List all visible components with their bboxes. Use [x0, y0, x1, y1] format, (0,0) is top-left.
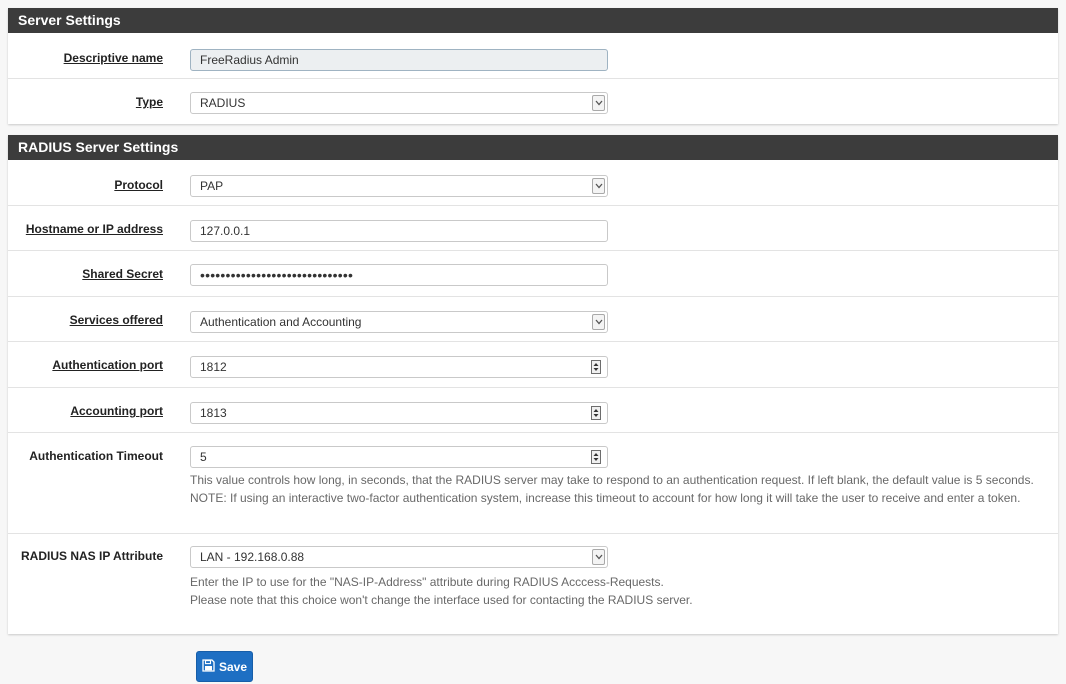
save-button[interactable]: Save [196, 651, 253, 682]
auth-port-input[interactable]: 1812 [190, 356, 608, 378]
auth-timeout-value: 5 [200, 450, 207, 464]
services-row: Services offered Authentication and Acco… [8, 297, 1058, 342]
protocol-row: Protocol PAP [8, 160, 1058, 206]
shared-secret-label: Shared Secret [82, 267, 163, 281]
spinner-icon[interactable] [591, 450, 601, 464]
auth-timeout-label: Authentication Timeout [29, 449, 163, 463]
auth-timeout-input[interactable]: 5 [190, 446, 608, 468]
descriptive-name-value: FreeRadius Admin [200, 53, 299, 67]
radius-settings-title: RADIUS Server Settings [8, 135, 1058, 160]
acct-port-input[interactable]: 1813 [190, 402, 608, 424]
shared-secret-row: Shared Secret ••••••••••••••••••••••••••… [8, 251, 1058, 297]
services-label: Services offered [69, 313, 163, 327]
radius-settings-panel: RADIUS Server Settings Protocol PAP Host… [8, 135, 1058, 634]
chevron-down-icon [592, 314, 605, 330]
hostname-row: Hostname or IP address 127.0.0.1 [8, 206, 1058, 251]
hostname-input[interactable]: 127.0.0.1 [190, 220, 608, 242]
nas-ip-label: RADIUS NAS IP Attribute [20, 549, 163, 563]
type-label: Type [135, 95, 163, 109]
nas-ip-select[interactable]: LAN - 192.168.0.88 [190, 546, 608, 568]
spinner-icon[interactable] [591, 406, 601, 420]
chevron-down-icon [592, 95, 605, 111]
chevron-down-icon [592, 178, 605, 194]
nas-ip-row: RADIUS NAS IP Attribute LAN - 192.168.0.… [8, 534, 1058, 615]
hostname-label: Hostname or IP address [25, 222, 163, 236]
auth-port-value: 1812 [200, 360, 227, 374]
nas-ip-help-line2: Please note that this choice won't chang… [190, 593, 693, 607]
shared-secret-value: •••••••••••••••••••••••••••••• [200, 267, 354, 283]
type-value: RADIUS [200, 96, 246, 110]
page: Server Settings Descriptive name FreeRad… [0, 0, 1066, 684]
nas-ip-value: LAN - 192.168.0.88 [200, 550, 305, 564]
save-label: Save [218, 659, 248, 674]
acct-port-label: Accounting port [70, 404, 163, 418]
services-select[interactable]: Authentication and Accounting [190, 311, 608, 333]
type-row: Type RADIUS [8, 79, 1058, 124]
nas-ip-help: Enter the IP to use for the "NAS-IP-Addr… [190, 573, 1040, 609]
save-icon [202, 658, 215, 675]
acct-port-row: Accounting port 1813 [8, 388, 1058, 433]
hostname-value: 127.0.0.1 [200, 224, 251, 238]
server-settings-title: Server Settings [8, 8, 1058, 33]
auth-timeout-row: Authentication Timeout 5 This value cont… [8, 433, 1058, 534]
auth-port-row: Authentication port 1812 [8, 342, 1058, 388]
auth-port-label: Authentication port [52, 358, 163, 372]
chevron-down-icon [592, 549, 605, 565]
protocol-value: PAP [200, 179, 224, 193]
protocol-select[interactable]: PAP [190, 175, 608, 197]
spinner-icon[interactable] [591, 360, 601, 374]
shared-secret-input[interactable]: •••••••••••••••••••••••••••••• [190, 264, 608, 286]
protocol-label: Protocol [114, 178, 163, 192]
type-select[interactable]: RADIUS [190, 92, 608, 114]
descriptive-name-row: Descriptive name FreeRadius Admin [8, 33, 1058, 79]
descriptive-name-label: Descriptive name [63, 51, 163, 65]
nas-ip-help-line1: Enter the IP to use for the "NAS-IP-Addr… [190, 575, 664, 589]
services-value: Authentication and Accounting [200, 315, 362, 329]
auth-timeout-help: This value controls how long, in seconds… [190, 473, 1034, 505]
acct-port-value: 1813 [200, 406, 227, 420]
descriptive-name-input[interactable]: FreeRadius Admin [190, 49, 608, 71]
server-settings-panel: Server Settings Descriptive name FreeRad… [8, 8, 1058, 124]
